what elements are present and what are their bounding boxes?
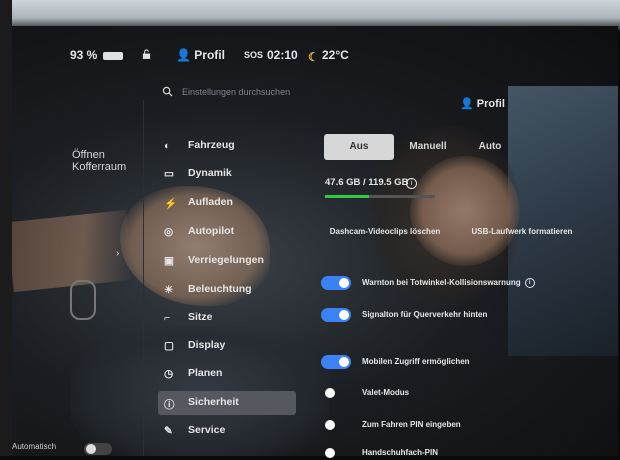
profile-status[interactable]: 👤 Profil bbox=[176, 48, 225, 62]
sidebar-item-beleuchtung[interactable]: ☀ Beleuchtung bbox=[158, 278, 296, 302]
toggle-knob bbox=[325, 388, 335, 398]
sidebar-item-label: Fahrzeug bbox=[188, 139, 235, 151]
sidebar-item-label: Service bbox=[188, 424, 226, 436]
bottom-toggle[interactable] bbox=[84, 443, 112, 455]
lock-icon: ▣ bbox=[164, 255, 174, 267]
storage-usage: 47.6 GB / 119.5 GB bbox=[325, 177, 409, 188]
reflection-arm bbox=[10, 209, 134, 293]
lock-icon[interactable] bbox=[142, 49, 151, 59]
battery-icon bbox=[103, 52, 123, 60]
info-icon[interactable]: i bbox=[406, 178, 417, 189]
sidebar-item-fahrzeug[interactable]: ◐ Fahrzeug bbox=[158, 134, 296, 158]
setting-toggle[interactable] bbox=[321, 386, 351, 400]
setting-toggle[interactable] bbox=[321, 308, 351, 322]
sidebar-item-label: Sicherheit bbox=[188, 396, 239, 408]
profile-button-label: Profil bbox=[476, 98, 505, 110]
profile-button[interactable]: 👤 Profil bbox=[460, 97, 505, 110]
car-icon: ▭ bbox=[164, 168, 174, 180]
setting-label-text: Mobilen Zugriff ermöglichen bbox=[362, 357, 470, 366]
info-icon[interactable]: i bbox=[524, 278, 535, 288]
storage-bar-fill bbox=[325, 195, 369, 198]
status-bar: 93 % 👤 Profil SOS 02:10 ☾ 22°C bbox=[0, 48, 620, 68]
person-icon: 👤 bbox=[460, 98, 477, 110]
toggle-knob bbox=[339, 278, 349, 288]
sidebar-item-label: Planen bbox=[188, 367, 223, 379]
tab-manuell[interactable]: Manuell bbox=[400, 134, 456, 160]
setting-label: Signalton für Querverkehr hinten bbox=[362, 310, 487, 319]
delete-dashcam-clips-button[interactable]: Dashcam-Videoclips löschen bbox=[322, 222, 448, 242]
setting-label-text: Signalton für Querverkehr hinten bbox=[362, 310, 488, 319]
toggle-icon: ◐ bbox=[164, 140, 171, 152]
sun-icon: ☀ bbox=[164, 284, 174, 296]
sidebar-item-autopilot[interactable]: ◎ Autopilot bbox=[158, 220, 296, 244]
toggle-knob bbox=[86, 444, 96, 454]
setting-label: Valet-Modus bbox=[362, 388, 409, 397]
setting-label: Warnton bei Totwinkel-Kollisionswarnung i bbox=[362, 278, 535, 288]
sidebar-item-label: Sitze bbox=[188, 311, 213, 323]
trunk-label-line2: Kofferraum bbox=[72, 161, 127, 173]
screen-edge bbox=[0, 0, 12, 456]
sidebar-item-label: Dynamik bbox=[188, 167, 232, 179]
bolt-icon: ⚡ bbox=[164, 198, 178, 210]
toggle-knob bbox=[325, 448, 335, 458]
tab-auto[interactable]: Auto bbox=[470, 134, 510, 160]
tab-aus[interactable]: Aus bbox=[324, 134, 394, 160]
clock: 02:10 bbox=[267, 48, 298, 62]
profile-label: Profil bbox=[194, 48, 225, 62]
trunk-label-line1: Öffnen bbox=[72, 149, 105, 161]
battery-percent: 93 % bbox=[70, 48, 98, 62]
steering-wheel-icon: ◎ bbox=[164, 226, 174, 238]
sidebar-item-sitze[interactable]: ⌐ Sitze bbox=[158, 306, 296, 330]
sidebar-item-label: Beleuchtung bbox=[188, 283, 252, 295]
wrench-icon: ✎ bbox=[164, 425, 173, 437]
display-icon: ▢ bbox=[164, 340, 174, 352]
sidebar-item-display[interactable]: ▢ Display bbox=[158, 334, 296, 358]
sidebar-item-label: Verriegelungen bbox=[188, 254, 264, 266]
sidebar-item-verriegelungen[interactable]: ▣ Verriegelungen bbox=[158, 249, 296, 273]
setting-toggle[interactable] bbox=[321, 276, 351, 290]
sidebar-item-sicherheit[interactable]: ⓘ Sicherheit bbox=[158, 391, 296, 415]
sidebar-item-dynamik[interactable]: ▭ Dynamik bbox=[158, 162, 296, 186]
toggle-knob bbox=[325, 420, 335, 430]
setting-toggle[interactable] bbox=[321, 446, 351, 460]
info-icon: ⓘ bbox=[164, 399, 175, 411]
reflection-hand-right bbox=[410, 156, 520, 266]
toggle-knob bbox=[339, 310, 349, 320]
setting-label-text: Valet-Modus bbox=[362, 388, 410, 397]
sos-icon: SOS bbox=[244, 50, 264, 60]
window-reflection bbox=[508, 86, 618, 356]
sidebar-item-service[interactable]: ✎ Service bbox=[158, 419, 296, 443]
sidebar-divider bbox=[143, 100, 144, 456]
setting-label-text: Warnton bei Totwinkel-Kollisionswarnung bbox=[362, 278, 521, 288]
temperature: 22°C bbox=[322, 48, 349, 62]
toggle-knob bbox=[339, 357, 349, 367]
car-outline-icon bbox=[70, 280, 96, 320]
seat-icon: ⌐ bbox=[164, 312, 171, 324]
sidebar-item-label: Aufladen bbox=[188, 196, 233, 208]
search-icon[interactable] bbox=[162, 86, 173, 97]
clock-icon: ◷ bbox=[164, 368, 174, 380]
bottom-label: Automatisch bbox=[12, 442, 57, 451]
sidebar-item-label: Display bbox=[188, 339, 226, 351]
open-trunk-button[interactable]: Öffnen Kofferraum bbox=[72, 149, 126, 173]
setting-label: Mobilen Zugriff ermöglichen bbox=[362, 357, 470, 366]
format-usb-button[interactable]: USB-Laufwerk formatieren bbox=[464, 222, 580, 242]
chevron-icon[interactable]: › bbox=[116, 248, 119, 259]
search-input[interactable]: Einstellungen durchsuchen bbox=[182, 87, 290, 97]
setting-label-text: Zum Fahren PIN eingeben bbox=[362, 420, 461, 429]
sidebar-item-planen[interactable]: ◷ Planen bbox=[158, 362, 296, 386]
setting-toggle[interactable] bbox=[321, 355, 351, 369]
setting-label: Zum Fahren PIN eingeben bbox=[362, 420, 461, 429]
weather-icon: ☾ bbox=[308, 50, 319, 64]
sidebar-item-aufladen[interactable]: ⚡ Aufladen bbox=[158, 191, 296, 215]
person-icon: 👤 bbox=[176, 48, 195, 62]
sidebar-item-label: Autopilot bbox=[188, 225, 235, 237]
setting-toggle[interactable] bbox=[321, 418, 351, 432]
